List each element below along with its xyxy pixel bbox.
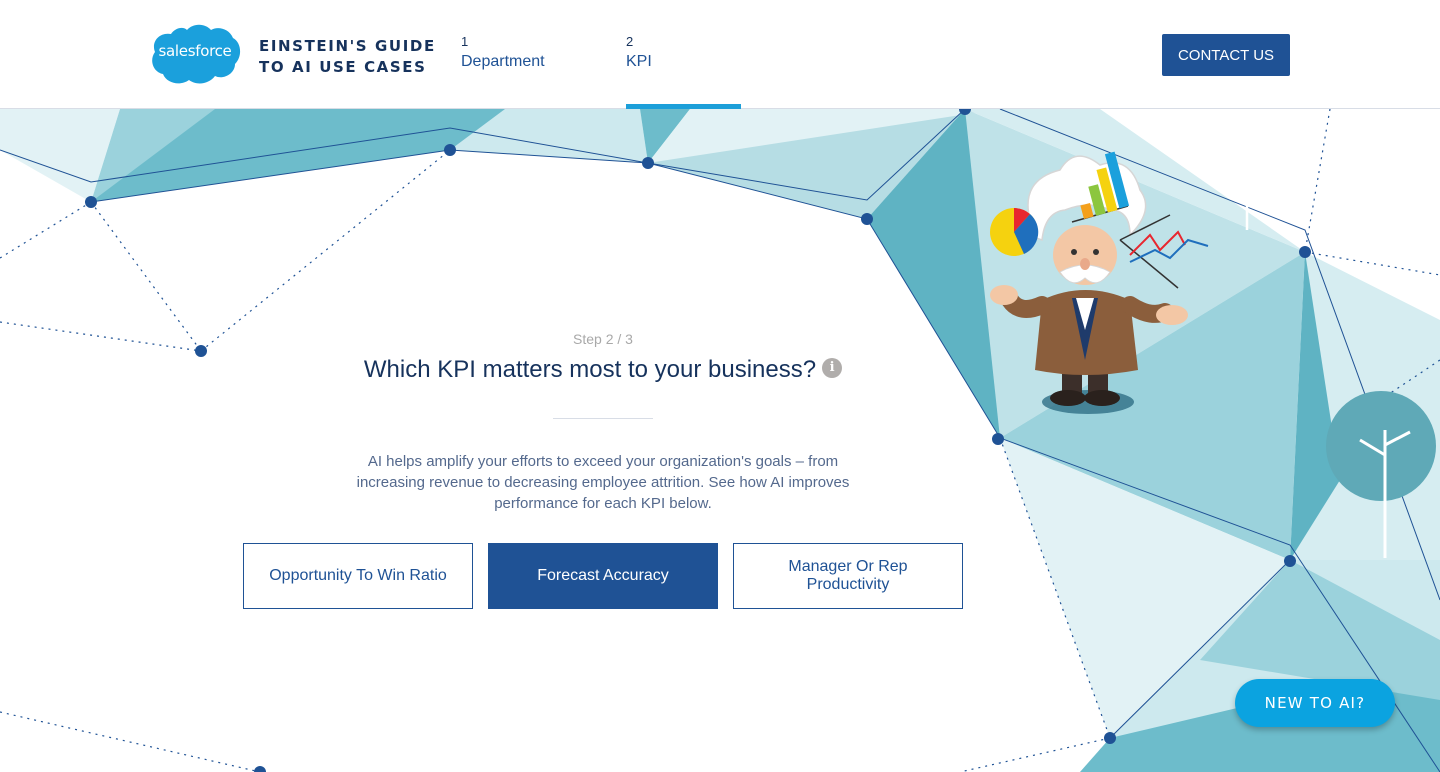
step-indicator: Step 2 / 3 — [573, 331, 633, 347]
salesforce-logo[interactable]: salesforce — [149, 22, 241, 86]
page-question: Which KPI matters most to your business?… — [303, 356, 903, 384]
main-content: Step 2 / 3 Which KPI matters most to you… — [0, 0, 1440, 772]
kpi-option-forecast-accuracy[interactable]: Forecast Accuracy — [488, 543, 718, 609]
site-header: salesforce EINSTEIN'S GUIDE TO AI USE CA… — [0, 0, 1440, 109]
guide-title-line-2: TO AI USE CASES — [259, 58, 427, 76]
active-step-indicator — [626, 104, 741, 109]
question-text: Which KPI matters most to your business? — [363, 356, 817, 383]
page-description: AI helps amplify your efforts to exceed … — [356, 453, 850, 512]
kpi-option-manager-rep-productivity[interactable]: Manager Or Rep Productivity — [733, 543, 963, 609]
kpi-option-opportunity-win-ratio[interactable]: Opportunity To Win Ratio — [243, 543, 473, 609]
step-tab-department[interactable]: 1 Department — [461, 34, 545, 71]
new-to-ai-button[interactable]: NEW TO AI? — [1235, 679, 1395, 727]
step-number: 1 — [461, 34, 469, 49]
step-label: Department — [461, 53, 545, 70]
contact-us-button[interactable]: CONTACT US — [1162, 34, 1290, 76]
logo-text: salesforce — [158, 42, 232, 60]
step-tab-kpi[interactable]: 2 KPI — [626, 34, 652, 71]
divider — [553, 418, 653, 419]
guide-title: EINSTEIN'S GUIDE TO AI USE CASES — [259, 36, 436, 78]
guide-title-line-1: EINSTEIN'S GUIDE — [259, 37, 436, 55]
step-number: 2 — [626, 34, 634, 49]
info-icon[interactable]: i — [822, 357, 843, 378]
step-label: KPI — [626, 53, 652, 70]
